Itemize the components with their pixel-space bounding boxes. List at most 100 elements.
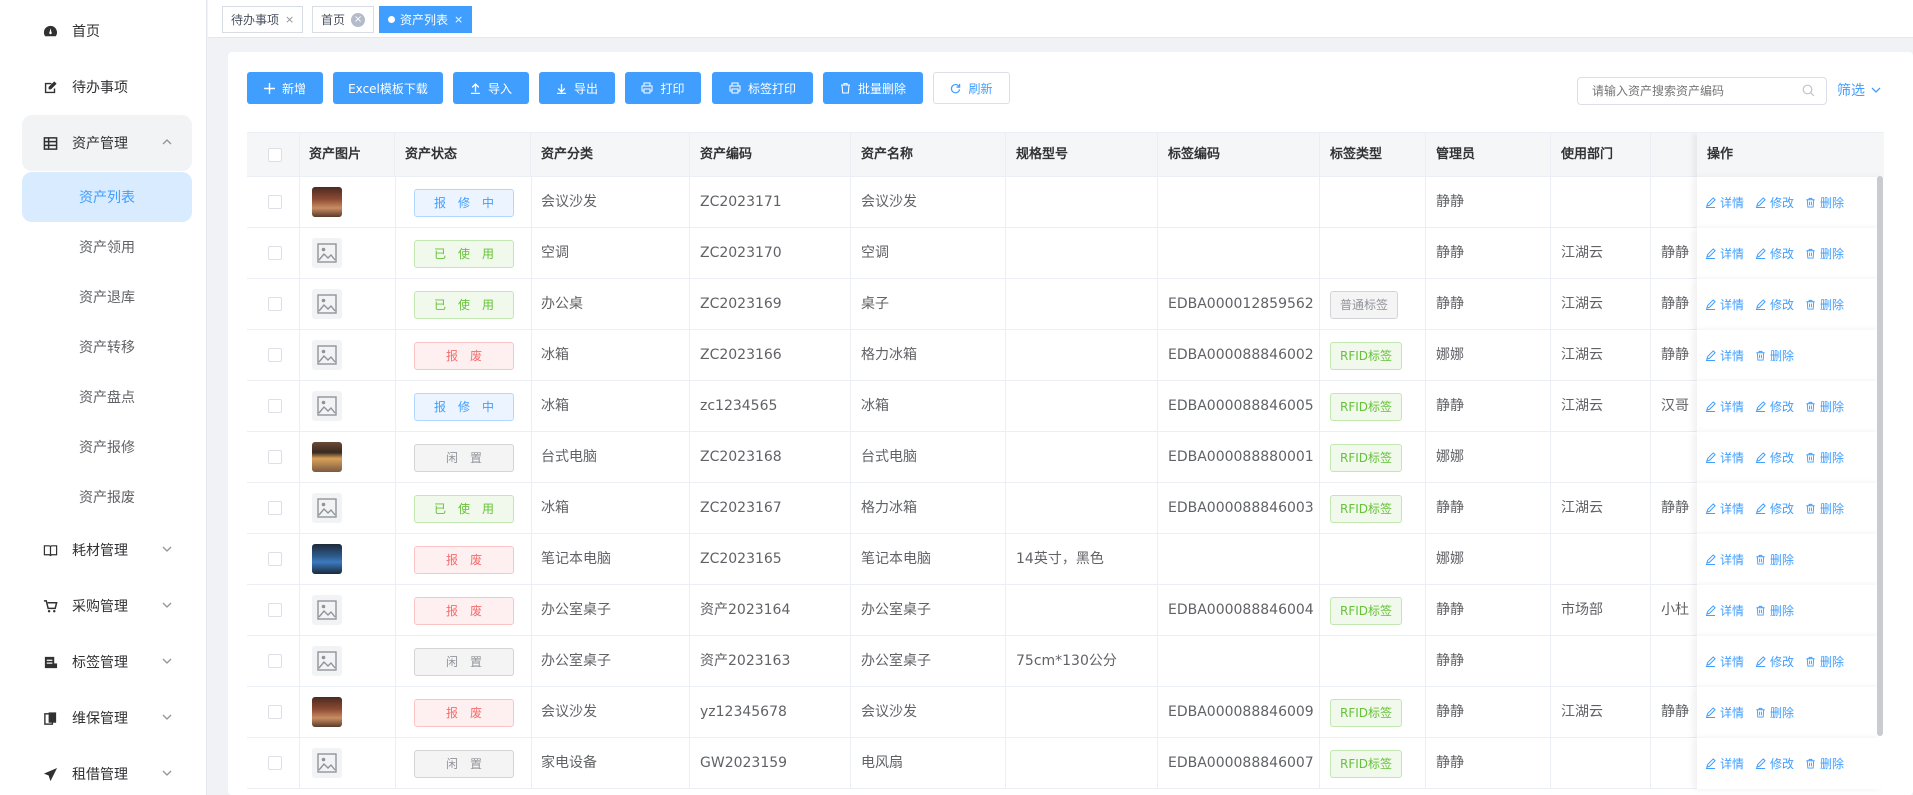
column-header[interactable]: 资产图片 xyxy=(299,133,395,177)
detail-link[interactable]: 详情 xyxy=(1705,449,1744,466)
vertical-scrollbar[interactable] xyxy=(1877,176,1883,736)
delete-link[interactable]: 删除 xyxy=(1805,653,1844,670)
sidebar-item-tags[interactable]: 标签管理 xyxy=(22,634,192,690)
asset-thumbnail[interactable] xyxy=(312,544,342,574)
table-row[interactable]: 报废 笔记本电脑 ZC2023165 笔记本电脑 14英寸，黑色 娜娜 详情 删除 xyxy=(247,534,1884,585)
column-header[interactable]: 标签编码 xyxy=(1158,133,1320,177)
edit-link[interactable]: 修改 xyxy=(1755,194,1794,211)
column-header[interactable]: 资产编码 xyxy=(690,133,851,177)
column-header[interactable]: 资产状态 xyxy=(395,133,531,177)
row-checkbox[interactable] xyxy=(268,450,282,464)
asset-thumbnail[interactable] xyxy=(312,697,342,727)
sidebar-item-lending[interactable]: 租借管理 xyxy=(22,746,192,795)
column-header[interactable]: 规格型号 xyxy=(1006,133,1158,177)
detail-link[interactable]: 详情 xyxy=(1705,755,1744,772)
row-checkbox[interactable] xyxy=(268,399,282,413)
sidebar-sub-asset-scrap[interactable]: 资产报废 xyxy=(22,472,192,522)
row-checkbox[interactable] xyxy=(268,348,282,362)
image-placeholder-icon[interactable] xyxy=(312,391,342,421)
label-print-button[interactable]: 标签打印 xyxy=(712,72,813,104)
image-placeholder-icon[interactable] xyxy=(312,646,342,676)
search-input[interactable] xyxy=(1577,77,1827,105)
table-row[interactable]: 闲置 办公室桌子 资产2023163 办公室桌子 75cm*130公分 静静 详情 修改 删除 xyxy=(247,636,1884,687)
search-icon[interactable] xyxy=(1802,84,1815,101)
edit-link[interactable]: 修改 xyxy=(1755,653,1794,670)
edit-link[interactable]: 修改 xyxy=(1755,449,1794,466)
detail-link[interactable]: 详情 xyxy=(1705,704,1744,721)
asset-thumbnail[interactable] xyxy=(312,442,342,472)
image-placeholder-icon[interactable] xyxy=(312,493,342,523)
row-checkbox[interactable] xyxy=(268,195,282,209)
row-checkbox[interactable] xyxy=(268,603,282,617)
filter-dropdown[interactable]: 筛选 xyxy=(1837,80,1881,100)
sidebar-item-consumables[interactable]: 耗材管理 xyxy=(22,522,192,578)
delete-link[interactable]: 删除 xyxy=(1805,449,1844,466)
delete-link[interactable]: 删除 xyxy=(1805,398,1844,415)
asset-thumbnail[interactable] xyxy=(312,187,342,217)
edit-link[interactable]: 修改 xyxy=(1755,398,1794,415)
sidebar-item-maintenance[interactable]: 维保管理 xyxy=(22,690,192,746)
detail-link[interactable]: 详情 xyxy=(1705,347,1744,364)
image-placeholder-icon[interactable] xyxy=(312,238,342,268)
table-row[interactable]: 报废 冰箱 ZC2023166 格力冰箱 EDBA000088846002 RFID标签娜… xyxy=(247,330,1884,381)
row-checkbox[interactable] xyxy=(268,501,282,515)
table-row[interactable]: 报修中 会议沙发 ZC2023171 会议沙发 静静 详情 修改 删除 xyxy=(247,177,1884,228)
table-row[interactable]: 报修中 冰箱 zc1234565 冰箱 EDBA000088846005 RFID标签 静静… xyxy=(247,381,1884,432)
import-button[interactable]: 导入 xyxy=(453,72,529,104)
delete-link[interactable]: 删除 xyxy=(1805,194,1844,211)
row-checkbox[interactable] xyxy=(268,705,282,719)
sidebar-sub-asset-transfer[interactable]: 资产转移 xyxy=(22,322,192,372)
sidebar-sub-asset-repair[interactable]: 资产报修 xyxy=(22,422,192,472)
delete-link[interactable]: 删除 xyxy=(1805,245,1844,262)
image-placeholder-icon[interactable] xyxy=(312,289,342,319)
detail-link[interactable]: 详情 xyxy=(1705,500,1744,517)
sidebar-item-purchase[interactable]: 采购管理 xyxy=(22,578,192,634)
delete-link[interactable]: 删除 xyxy=(1755,551,1794,568)
row-checkbox[interactable] xyxy=(268,654,282,668)
column-header[interactable]: 管理员 xyxy=(1426,133,1551,177)
column-header[interactable]: 使用部门 xyxy=(1551,133,1651,177)
detail-link[interactable]: 详情 xyxy=(1705,602,1744,619)
table-row[interactable]: 报废 会议沙发 yz12345678 会议沙发 EDBA000088846009 RFID… xyxy=(247,687,1884,738)
edit-link[interactable]: 修改 xyxy=(1755,296,1794,313)
detail-link[interactable]: 详情 xyxy=(1705,296,1744,313)
image-placeholder-icon[interactable] xyxy=(312,748,342,778)
close-icon[interactable]: × xyxy=(351,12,366,27)
table-row[interactable]: 报废 办公室桌子 资产2023164 办公室桌子 EDBA000088846004 RFI… xyxy=(247,585,1884,636)
table-row[interactable]: 闲置 家电设备 GW2023159 电风扇 EDBA000088846007 RFID标签… xyxy=(247,738,1884,789)
sidebar-item-home[interactable]: 首页 xyxy=(22,3,192,59)
table-row[interactable]: 已使用 冰箱 ZC2023167 格力冰箱 EDBA000088846003 RFID标签… xyxy=(247,483,1884,534)
edit-link[interactable]: 修改 xyxy=(1755,755,1794,772)
row-checkbox[interactable] xyxy=(268,246,282,260)
detail-link[interactable]: 详情 xyxy=(1705,245,1744,262)
close-icon[interactable]: × xyxy=(285,13,294,26)
delete-link[interactable]: 删除 xyxy=(1805,500,1844,517)
tab-home[interactable]: 首页 × xyxy=(312,6,375,33)
tab-asset-list[interactable]: 资产列表 × xyxy=(379,6,473,33)
table-row[interactable]: 已使用 办公桌 ZC2023169 桌子 EDBA000012859562 普通标签 静静江… xyxy=(247,279,1884,330)
delete-link[interactable]: 删除 xyxy=(1755,347,1794,364)
delete-link[interactable]: 删除 xyxy=(1755,602,1794,619)
edit-link[interactable]: 修改 xyxy=(1755,500,1794,517)
column-header[interactable]: 资产分类 xyxy=(531,133,690,177)
batch-delete-button[interactable]: 批量删除 xyxy=(823,72,923,104)
sidebar-sub-asset-inventory[interactable]: 资产盘点 xyxy=(22,372,192,422)
detail-link[interactable]: 详情 xyxy=(1705,551,1744,568)
detail-link[interactable]: 详情 xyxy=(1705,194,1744,211)
row-checkbox[interactable] xyxy=(268,756,282,770)
table-row[interactable]: 闲置 台式电脑 ZC2023168 台式电脑 EDBA000088880001 RFID标… xyxy=(247,432,1884,483)
refresh-button[interactable]: 刷新 xyxy=(933,72,1010,104)
delete-link[interactable]: 删除 xyxy=(1755,704,1794,721)
row-checkbox[interactable] xyxy=(268,297,282,311)
edit-link[interactable]: 修改 xyxy=(1755,245,1794,262)
excel-template-button[interactable]: Excel模板下载 xyxy=(333,72,443,104)
table-row[interactable]: 已使用 空调 ZC2023170 空调 静静 江湖云 静静 详情 修改 删除 xyxy=(247,228,1884,279)
row-checkbox[interactable] xyxy=(268,552,282,566)
sidebar-item-asset-mgmt[interactable]: 资产管理 xyxy=(22,115,192,171)
add-button[interactable]: 新增 xyxy=(247,72,323,104)
tab-todo[interactable]: 待办事项 × xyxy=(222,6,304,33)
delete-link[interactable]: 删除 xyxy=(1805,755,1844,772)
image-placeholder-icon[interactable] xyxy=(312,595,342,625)
image-placeholder-icon[interactable] xyxy=(312,340,342,370)
sidebar-sub-asset-return[interactable]: 资产退库 xyxy=(22,272,192,322)
